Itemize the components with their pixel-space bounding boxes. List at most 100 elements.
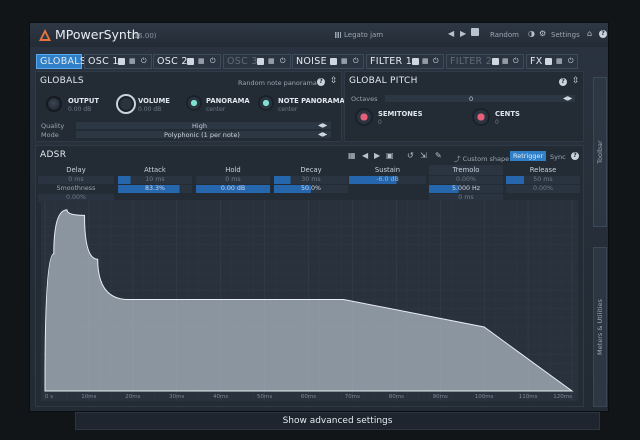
home-icon[interactable]: ⌂ <box>587 29 592 38</box>
osc1-grid-icon[interactable]: ▦ <box>129 58 136 65</box>
envelope-point[interactable] <box>176 298 178 300</box>
volume-knob[interactable] <box>116 94 136 114</box>
hold-time-field[interactable]: 0 ms <box>196 176 270 184</box>
filter2-grid-icon[interactable]: ▦ <box>502 58 509 65</box>
pitch-menu-icon[interactable]: ⇳ <box>572 76 580 86</box>
tab-filter-2[interactable]: FILTER 2 ▦ ⏻ <box>446 54 524 69</box>
tab-noise[interactable]: NOISE ▦ ⏻ <box>292 54 364 69</box>
filter1-grid-icon[interactable]: ▦ <box>422 58 429 65</box>
preset-menu-icon[interactable] <box>471 28 479 36</box>
prev-preset-arrow-icon[interactable]: ◀ <box>448 29 454 38</box>
mode-arrows-icon[interactable]: ◀▶ <box>318 131 327 138</box>
globals-help-icon[interactable]: ? <box>317 78 325 86</box>
semitones-knob[interactable] <box>355 108 373 126</box>
adsr-copy-icon[interactable]: ▣ <box>386 151 394 160</box>
sync-button[interactable]: Sync <box>550 153 566 161</box>
release-time-field[interactable]: 50 ms <box>506 176 580 184</box>
tremolo-header[interactable]: Tremolo <box>429 165 503 175</box>
filter1-power-icon[interactable] <box>412 58 419 65</box>
tremolo-rate-field[interactable]: 5.000 Hz <box>429 185 503 193</box>
delay-time-field[interactable]: 0 ms <box>38 176 114 184</box>
custom-shape-toggle[interactable]: ⤴ Custom shape <box>454 153 509 163</box>
meters-utilities-tab[interactable]: Meters & Utilities <box>593 247 607 407</box>
adsr-edit-icon[interactable]: ✎ <box>435 151 442 160</box>
envelope-graph[interactable] <box>41 200 578 401</box>
envelope-point[interactable] <box>44 381 46 383</box>
adsr-grid-icon[interactable]: ▦ <box>348 151 356 160</box>
tab-osc-2[interactable]: OSC 2 ▦ ⏻ <box>153 54 221 69</box>
envelope-point[interactable] <box>127 298 129 300</box>
preset-name[interactable]: Legato jam <box>335 31 383 39</box>
quality-arrows-icon[interactable]: ◀▶ <box>318 122 327 129</box>
semitones-value: 0 <box>378 119 382 126</box>
adsr-reset-icon[interactable]: ↺ <box>407 151 414 160</box>
tab-osc-3[interactable]: OSC 3 ▦ ⏻ <box>223 54 291 69</box>
tab-globals[interactable]: GLOBALS <box>36 54 86 69</box>
attack-shape-field[interactable]: 83.3% <box>118 185 192 193</box>
osc1-toggle-icon[interactable]: ⏻ <box>141 58 148 65</box>
envelope-point[interactable] <box>53 253 55 255</box>
show-advanced-settings-button[interactable]: Show advanced settings <box>75 412 600 430</box>
hold-level-field[interactable]: 0.00 dB <box>196 185 270 193</box>
fx-power-icon[interactable] <box>545 58 552 65</box>
envelope-point[interactable] <box>483 326 485 328</box>
osc3-toggle-icon[interactable]: ⏻ <box>280 58 287 65</box>
envelope-point[interactable] <box>83 214 85 216</box>
cents-knob[interactable] <box>472 108 490 126</box>
mode-label: Mode <box>41 131 59 139</box>
envelope-point[interactable] <box>149 298 151 300</box>
adsr-paste-icon[interactable]: ⇲ <box>420 151 427 160</box>
tab-filter-1[interactable]: FILTER 1 ▦ ⏻ <box>366 54 444 69</box>
settings-gear-icon[interactable]: ⚙ <box>539 29 546 38</box>
osc3-power-icon[interactable] <box>257 58 264 65</box>
osc3-grid-icon[interactable]: ▦ <box>268 58 275 65</box>
osc1-power-icon[interactable] <box>118 58 125 65</box>
mode-selector[interactable]: Polyphonic (1 per note) ◀▶ <box>76 131 331 139</box>
panorama-knob[interactable] <box>186 95 202 111</box>
retrigger-button[interactable]: Retrigger <box>510 151 547 161</box>
next-preset-arrow-icon[interactable]: ▶ <box>460 29 466 38</box>
filter2-power-icon[interactable] <box>492 58 499 65</box>
fx-grid-icon[interactable]: ▦ <box>556 58 563 65</box>
noise-toggle-icon[interactable]: ⏻ <box>353 58 360 65</box>
adsr-prev-icon[interactable]: ◀ <box>362 151 368 160</box>
envelope-point[interactable] <box>66 209 68 211</box>
osc2-grid-icon[interactable]: ▦ <box>198 58 205 65</box>
envelope-point[interactable] <box>571 390 573 392</box>
tremolo-depth-field[interactable]: 0.00% <box>429 176 503 184</box>
noise-grid-icon[interactable]: ▦ <box>341 58 348 65</box>
envelope-point[interactable] <box>342 298 344 300</box>
pitch-help-icon[interactable]: ? <box>559 78 567 86</box>
osc2-power-icon[interactable] <box>187 58 194 65</box>
output-knob[interactable] <box>46 96 62 112</box>
help-icon[interactable]: ? <box>599 30 607 38</box>
octaves-arrows-icon[interactable]: ◀▶ <box>563 95 572 102</box>
decay-time-field[interactable]: 30 ms <box>274 176 348 184</box>
osc2-toggle-icon[interactable]: ⏻ <box>210 58 217 65</box>
tab-fx[interactable]: FX ▦ ⏻ <box>526 54 578 69</box>
attack-time-field[interactable]: 10 ms <box>118 176 192 184</box>
filter2-toggle-icon[interactable]: ⏻ <box>513 58 520 65</box>
x-tick-label: 100ms <box>474 394 494 400</box>
sustain-level-field[interactable]: -6.0 dB <box>349 176 426 184</box>
attack-header: Attack <box>144 166 166 174</box>
release-shape-field[interactable]: 0.00% <box>506 185 580 193</box>
quality-selector[interactable]: High ◀▶ <box>76 122 331 130</box>
random-button[interactable]: Random <box>490 31 519 39</box>
envelope-point[interactable] <box>97 258 99 260</box>
settings-button[interactable]: Settings <box>551 31 580 39</box>
noise-power-icon[interactable] <box>330 58 337 65</box>
decay-shape-field[interactable]: 50.0% <box>274 185 348 193</box>
filter1-toggle-icon[interactable]: ⏻ <box>433 58 440 65</box>
semitones-label: SEMITONES <box>378 110 423 118</box>
fx-toggle-icon[interactable]: ⏻ <box>568 58 575 65</box>
globals-menu-icon[interactable]: ⇳ <box>330 76 338 86</box>
envelope-point[interactable] <box>167 298 169 300</box>
note-panorama-knob[interactable] <box>258 95 274 111</box>
octaves-selector[interactable]: 0 ◀▶ <box>385 95 575 103</box>
adsr-help-icon[interactable]: ? <box>571 152 579 160</box>
toolbar-tab[interactable]: Toolbar <box>593 77 607 227</box>
random-menu-icon[interactable]: ◑ <box>528 29 535 38</box>
adsr-next-icon[interactable]: ▶ <box>374 151 380 160</box>
tab-osc-1[interactable]: OSC 1 ▦ ⏻ <box>84 54 152 69</box>
